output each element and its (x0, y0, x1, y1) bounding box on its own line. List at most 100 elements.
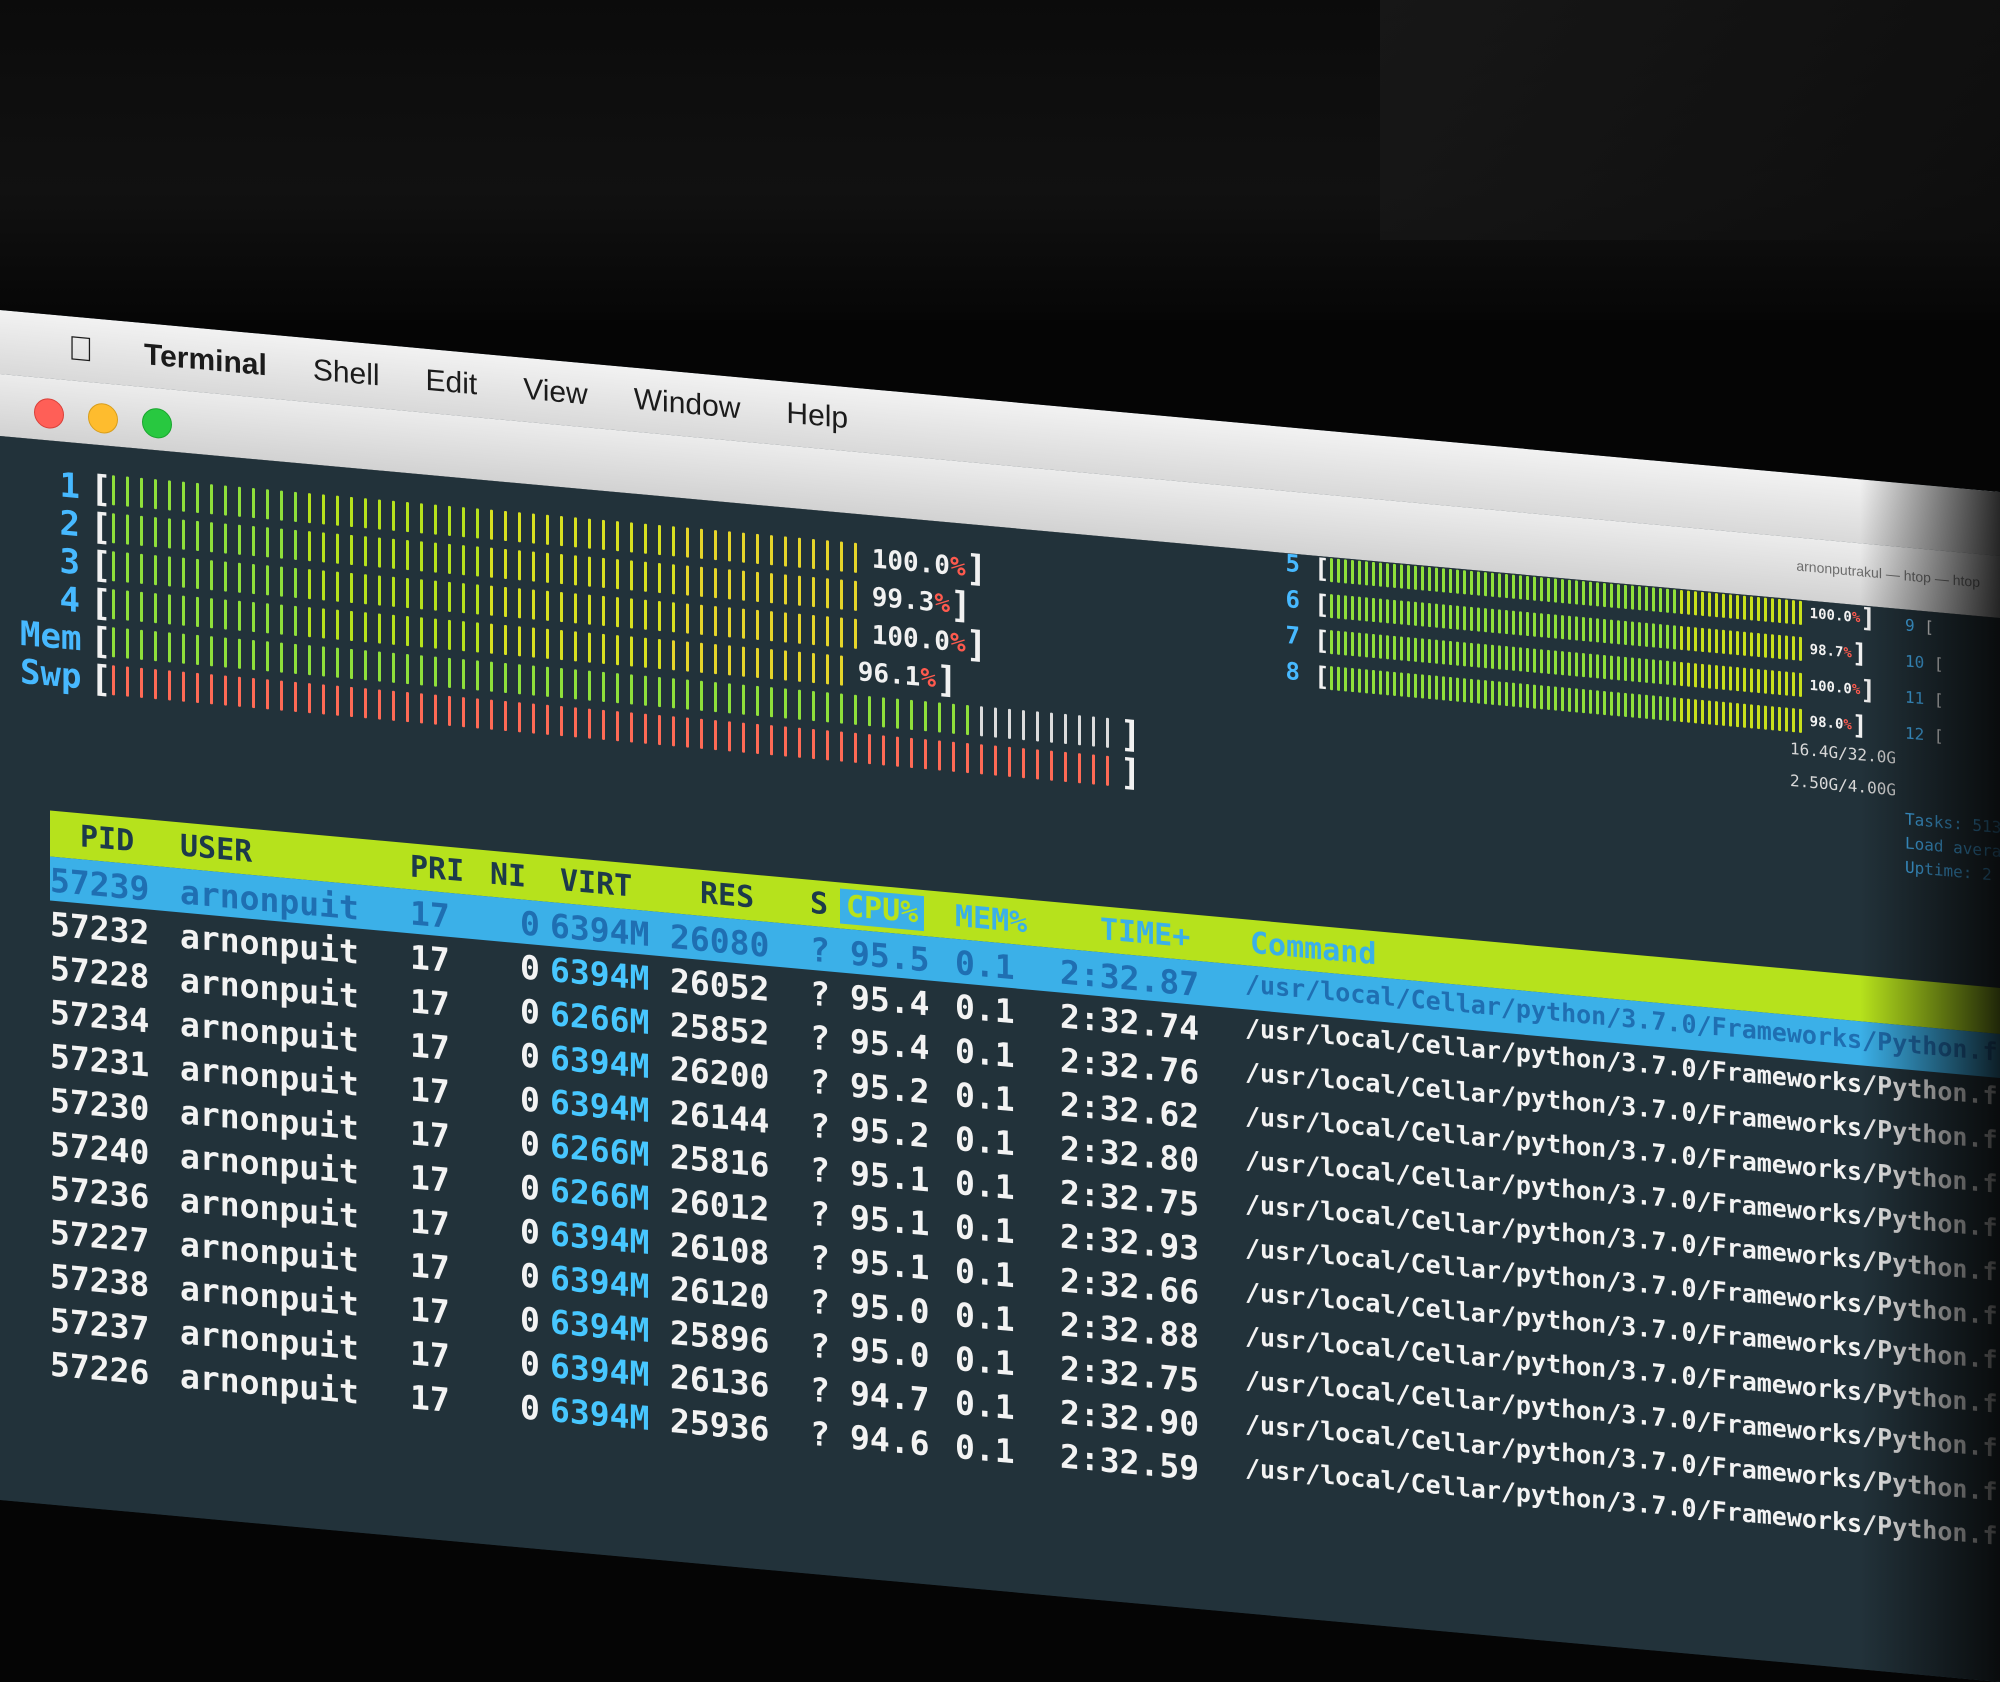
menu-app-terminal[interactable]: Terminal (144, 338, 267, 383)
process-s: ? (810, 1413, 830, 1455)
col-pid[interactable]: PID (80, 819, 134, 859)
meter-tick (1497, 609, 1501, 634)
meter-tick (643, 523, 647, 554)
cpu-percent: 100.0% (1810, 606, 1861, 627)
meter-tick (1567, 687, 1571, 712)
meter-tick (573, 517, 577, 548)
meter-tick (1588, 581, 1592, 606)
col-time[interactable]: TIME+ (1100, 912, 1190, 955)
percent-sign: % (1843, 716, 1852, 734)
meter-tick (937, 702, 941, 733)
meter-tick (125, 628, 129, 659)
meter-tick (685, 603, 689, 634)
meter-tick (839, 693, 843, 724)
meter-tick (321, 570, 325, 601)
meter-tick (1742, 595, 1746, 620)
meter-tick (1455, 569, 1459, 594)
meter-tick (1399, 672, 1403, 697)
menu-edit[interactable]: Edit (426, 364, 478, 403)
meter-tick (769, 687, 773, 718)
meter-tick (1490, 608, 1494, 633)
meter-tick (1329, 594, 1333, 619)
process-s: ? (810, 1237, 830, 1279)
meter-tick (601, 519, 605, 551)
col-ni[interactable]: NI (490, 857, 526, 895)
meter-tick (405, 577, 409, 609)
meter-tick (1091, 716, 1095, 747)
meter-tick (573, 555, 577, 586)
background-wall (0, 0, 2000, 320)
meter-tick (223, 637, 227, 668)
process-s: ? (810, 1325, 830, 1367)
meter-tick (405, 539, 409, 571)
meter-tick (1378, 634, 1382, 659)
meter-tick (825, 578, 829, 609)
close-button[interactable] (34, 397, 64, 430)
process-ni: 0 (520, 947, 540, 989)
meter-tick (1469, 570, 1473, 596)
meter-tick (825, 540, 829, 571)
meter-tick (1413, 673, 1417, 698)
process-pri: 17 (410, 1289, 450, 1332)
menu-view[interactable]: View (523, 373, 587, 413)
process-mem: 0.1 (955, 1118, 1015, 1164)
cpu-percent: 100.0% (872, 620, 966, 659)
col-user[interactable]: USER (180, 828, 252, 870)
meter-tick (1469, 642, 1473, 668)
meter-tick (181, 595, 185, 626)
meter-tick (573, 707, 577, 738)
process-cpu: 95.1 (850, 1153, 930, 1200)
meter-tick (489, 623, 493, 654)
meter-tick (139, 477, 143, 508)
meter-tick (657, 676, 661, 708)
meter-tick (1784, 707, 1788, 732)
meter-tick (1623, 584, 1627, 610)
meter-tick (195, 520, 199, 552)
process-s: ? (810, 1193, 830, 1235)
meter-tick (1630, 657, 1634, 682)
process-cpu: 95.4 (850, 977, 930, 1024)
menu-shell[interactable]: Shell (313, 353, 380, 393)
meter-tick (1735, 594, 1739, 620)
meter-tick (489, 661, 493, 692)
meter-tick (839, 579, 843, 610)
col-cpu[interactable]: CPU% (840, 888, 925, 932)
menu-help[interactable]: Help (786, 397, 848, 437)
apple-icon[interactable]:  (68, 329, 98, 369)
meter-tick (1791, 600, 1795, 625)
meter-tick (1798, 672, 1802, 697)
minimize-button[interactable] (88, 402, 118, 435)
col-command[interactable]: Command (1250, 926, 1376, 973)
meter-tick (1791, 672, 1795, 697)
process-ni: 0 (520, 1299, 540, 1341)
meter-tick (1588, 653, 1592, 678)
meter-tick (419, 579, 423, 610)
col-res[interactable]: RES (700, 876, 754, 916)
meter-tick (503, 662, 507, 694)
cpu-meter-label: 12 (1905, 723, 1925, 745)
col-virt[interactable]: VIRT (560, 863, 632, 905)
meter-tick (1770, 706, 1774, 731)
meter-tick (223, 675, 227, 706)
meter-tick (419, 617, 423, 648)
meter-tick (1672, 589, 1676, 614)
meter-tick (531, 627, 535, 658)
meter-tick (545, 704, 549, 735)
meter-tick (993, 745, 997, 776)
htop-terminal[interactable]: 1[100.0%] 2[99.3%] 3[100.0%] 4[96.1%] Mem[] S… (0, 436, 2000, 1682)
meter-tick (265, 527, 269, 558)
meter-tick (1770, 670, 1774, 695)
meter-tick (1546, 577, 1550, 603)
meter-tick (1721, 593, 1725, 618)
meter-tick (251, 639, 255, 671)
zoom-button[interactable] (142, 406, 172, 440)
meter-tick (615, 711, 619, 742)
col-mem[interactable]: MEM% (955, 899, 1027, 941)
process-ni: 0 (520, 1167, 540, 1209)
col-s[interactable]: S (810, 886, 828, 923)
meter-tick (1714, 593, 1718, 618)
process-pri: 17 (410, 1245, 450, 1288)
menu-window[interactable]: Window (634, 383, 741, 427)
meter-tick (699, 642, 703, 673)
col-pri[interactable]: PRI (410, 849, 464, 889)
